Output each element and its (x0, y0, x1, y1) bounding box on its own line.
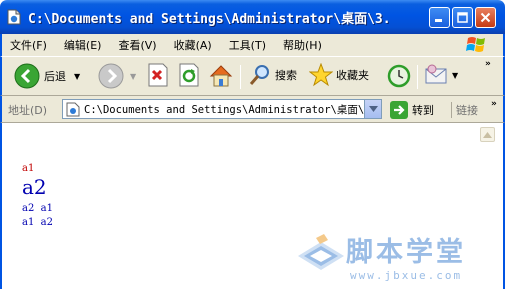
back-arrow-icon (14, 63, 40, 89)
toolbar-overflow-chevron-icon[interactable]: » (485, 59, 491, 69)
forward-dropdown-icon[interactable]: ▼ (130, 72, 136, 81)
standard-toolbar: 后退 ▼ ▼ 搜索 收藏夹 ▼ » (0, 56, 505, 96)
links-overflow-chevron-icon[interactable]: » (491, 99, 497, 109)
address-value: C:\Documents and Settings\Administrator\… (84, 103, 364, 116)
search-button[interactable]: 搜索 (248, 63, 297, 87)
content-line-a2-a1: a2 a1 (22, 203, 54, 214)
history-button[interactable] (386, 63, 412, 89)
forward-arrow-icon (98, 63, 124, 89)
mail-button[interactable]: ▼ (424, 63, 458, 87)
home-icon (209, 65, 233, 87)
windows-logo-icon (465, 36, 489, 54)
minimize-button[interactable] (429, 7, 450, 28)
star-icon (309, 63, 333, 87)
menu-file[interactable]: 文件(F) (10, 37, 47, 53)
ie-page-icon (6, 9, 22, 25)
content-line-a1-a2: a1 a2 (22, 217, 54, 228)
search-label: 搜索 (275, 69, 297, 82)
page-icon (66, 102, 80, 117)
menu-help[interactable]: 帮助(H) (283, 37, 322, 53)
chevron-up-icon (483, 131, 492, 138)
mail-icon (425, 64, 447, 84)
favorites-label: 收藏夹 (336, 69, 369, 82)
refresh-icon (179, 63, 199, 87)
scroll-up-button[interactable] (480, 127, 495, 142)
menu-tools[interactable]: 工具(T) (229, 37, 266, 53)
mail-dropdown-icon[interactable]: ▼ (452, 71, 458, 80)
search-icon (249, 65, 269, 85)
address-dropdown-icon[interactable] (364, 100, 381, 118)
favorites-button[interactable]: 收藏夹 (309, 63, 369, 87)
refresh-button[interactable] (178, 63, 200, 87)
content-line-a1: a1 (22, 163, 35, 174)
back-label: 后退 (44, 70, 66, 83)
menu-view[interactable]: 查看(V) (118, 37, 156, 53)
content-line-a2-large: a2 (22, 175, 47, 199)
watermark-title: 脚本学堂 (346, 237, 466, 268)
menu-bar: 文件(F) 编辑(E) 查看(V) 收藏(A) 工具(T) 帮助(H) (0, 34, 505, 56)
title-bar[interactable]: C:\Documents and Settings\Administrator\… (0, 0, 505, 34)
toolbar-separator (240, 65, 241, 89)
links-toolbar[interactable]: 链接 (451, 102, 478, 118)
address-label: 地址(D) (8, 104, 48, 117)
go-label: 转到 (412, 104, 434, 117)
close-button[interactable] (475, 7, 496, 28)
menu-edit[interactable]: 编辑(E) (64, 37, 102, 53)
watermark-logo-icon (298, 234, 344, 270)
stop-button[interactable] (147, 63, 169, 87)
history-icon (387, 64, 411, 88)
watermark-url: www.jbxue.com (350, 269, 463, 282)
address-input[interactable]: C:\Documents and Settings\Administrator\… (62, 99, 382, 119)
stop-icon (148, 63, 168, 87)
forward-button[interactable]: ▼ (98, 63, 136, 89)
back-dropdown-icon[interactable]: ▼ (74, 72, 80, 81)
maximize-button[interactable] (452, 7, 473, 28)
window-title: C:\Documents and Settings\Administrator\… (28, 11, 391, 27)
watermark: 脚本学堂 www.jbxue.com (292, 228, 505, 289)
back-button[interactable]: 后退 ▼ (14, 63, 80, 89)
go-button[interactable]: 转到 (390, 101, 434, 119)
toolbar-separator (417, 65, 418, 89)
address-bar: 地址(D) C:\Documents and Settings\Administ… (0, 96, 505, 123)
go-arrow-icon (390, 101, 408, 119)
menu-favorites[interactable]: 收藏(A) (174, 37, 212, 53)
home-button[interactable] (208, 63, 234, 89)
